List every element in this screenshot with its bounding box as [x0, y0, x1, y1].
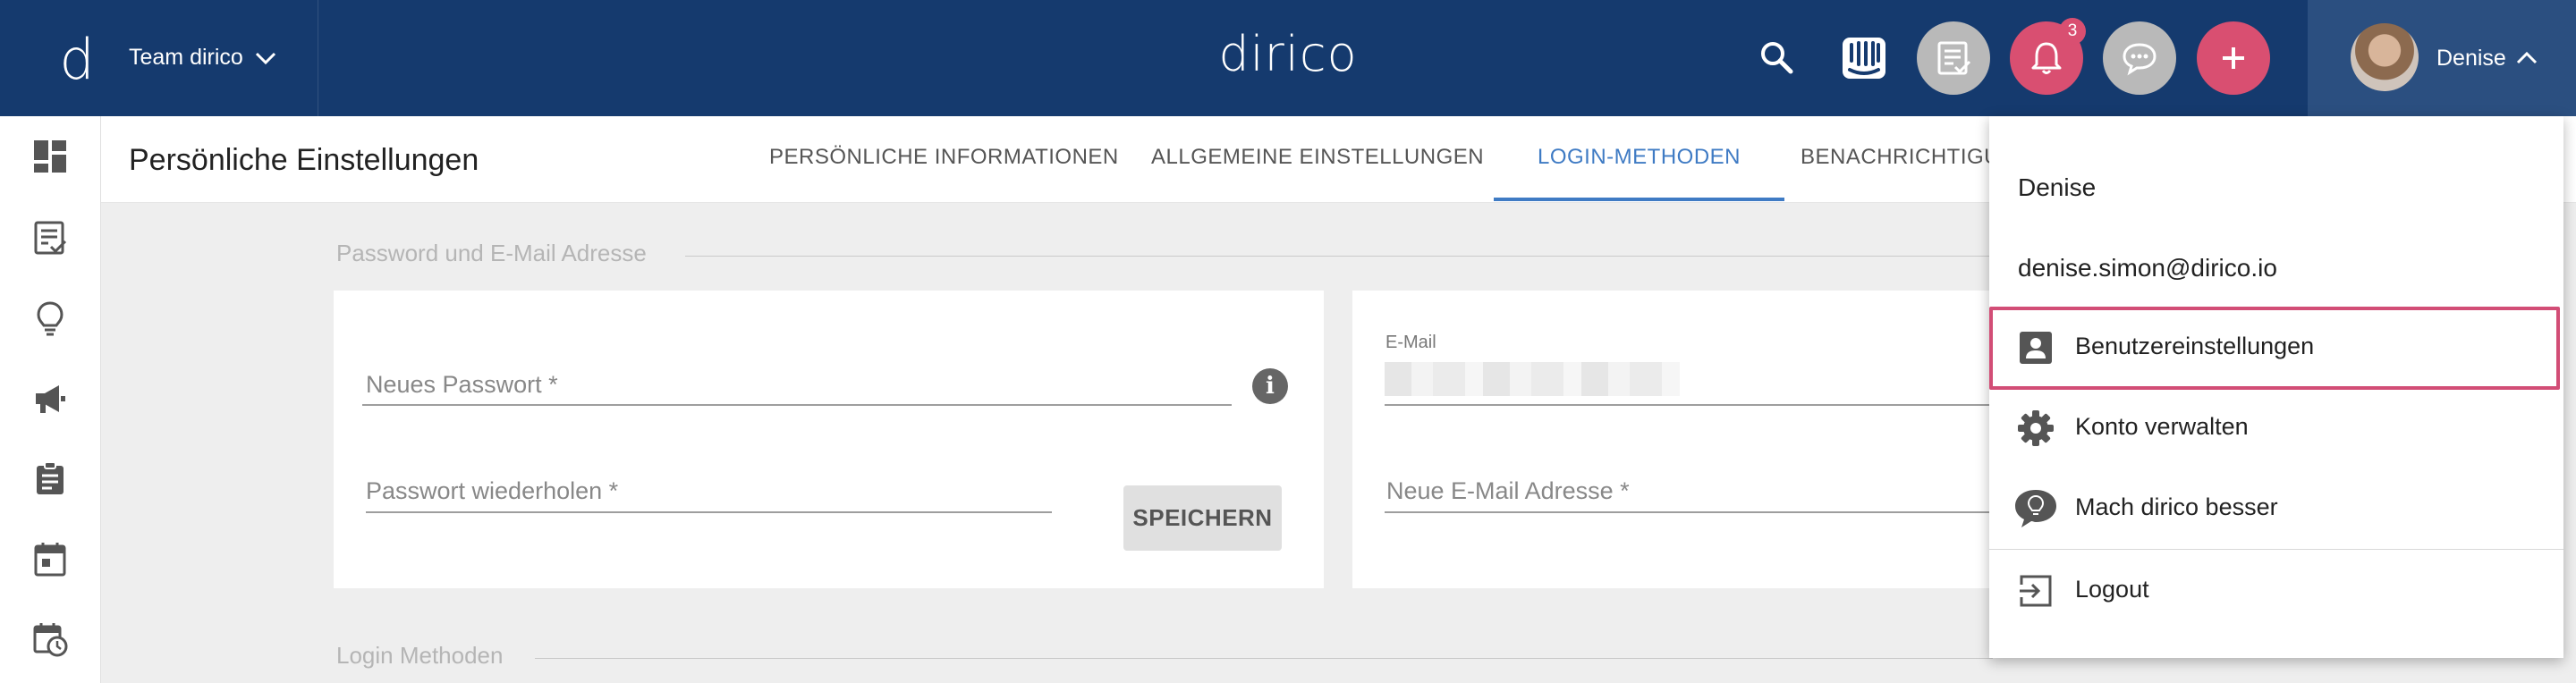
save-button[interactable]: SPEICHERN — [1123, 485, 1282, 551]
gear-icon — [2016, 409, 2055, 448]
avatar — [2351, 23, 2419, 91]
tasks-button[interactable] — [1917, 21, 1990, 95]
plus-icon — [2223, 47, 2244, 69]
tasks-icon — [1937, 41, 1971, 75]
megaphone-icon[interactable] — [30, 378, 71, 419]
active-tab-indicator — [1494, 198, 1784, 201]
new-password-label: Neues Passwort * — [366, 371, 558, 398]
checklist-icon[interactable] — [30, 217, 71, 258]
user-name: Denise — [2436, 46, 2506, 71]
clipboard-icon[interactable] — [30, 458, 71, 499]
repeat-password-field[interactable] — [366, 511, 1052, 513]
email-field — [1385, 404, 1989, 406]
dropdown-user-name: Denise — [2018, 173, 2097, 201]
section-login-methods: Login Methoden — [336, 642, 504, 669]
calendar-clock-icon[interactable] — [30, 619, 71, 660]
tab-general-settings[interactable]: ALLGEMEINE EINSTELLUNGEN — [1151, 145, 1484, 170]
dashboard-icon[interactable] — [30, 136, 71, 177]
team-logo: d — [59, 27, 95, 92]
section-divider — [685, 256, 1991, 257]
email-card: E-Mail Neue E-Mail Adresse * — [1352, 291, 1989, 588]
left-nav — [0, 116, 101, 683]
user-menu-toggle[interactable]: Denise — [2308, 0, 2576, 116]
menu-item-label: Logout — [2075, 576, 2149, 603]
lightbulb-icon[interactable] — [30, 298, 71, 339]
feedback-bulb-icon — [2012, 486, 2059, 531]
chat-button[interactable] — [2103, 21, 2176, 95]
section-password-email: Password und E-Mail Adresse — [336, 240, 647, 266]
email-value-redacted — [1385, 362, 1680, 396]
email-label: E-Mail — [1385, 333, 1436, 352]
top-bar: d Team dirico dirico 3 Denise — [0, 0, 2576, 116]
repeat-password-label: Passwort wiederholen * — [366, 477, 619, 504]
bell-icon — [2031, 42, 2062, 74]
menu-item-logout[interactable]: Logout — [1989, 551, 2563, 631]
dropdown-user-email: denise.simon@dirico.io — [2018, 254, 2277, 282]
tab-login-methods[interactable]: LOGIN-METHODEN — [1538, 145, 1741, 170]
brand-logo[interactable]: dirico — [1216, 23, 1360, 86]
tab-notifications[interactable]: BENACHRICHTIGU — [1801, 145, 2000, 170]
chat-icon — [2123, 43, 2157, 76]
menu-item-label: Mach dirico besser — [2075, 493, 2278, 520]
new-password-field[interactable] — [362, 404, 1232, 406]
intercom-icon[interactable] — [1841, 36, 1887, 80]
menu-divider — [1989, 549, 2563, 550]
chevron-down-icon — [255, 52, 276, 65]
page-title: Persönliche Einstellungen — [129, 143, 479, 177]
menu-item-feedback[interactable]: Mach dirico besser — [1989, 468, 2563, 549]
logout-icon — [2016, 571, 2055, 611]
search-icon[interactable] — [1758, 39, 1794, 75]
new-email-label: Neue E-Mail Adresse * — [1386, 477, 1630, 504]
new-email-field[interactable] — [1385, 511, 1989, 513]
notification-badge: 3 — [2059, 18, 2086, 45]
team-name: Team dirico — [129, 45, 243, 70]
section-divider — [535, 658, 1993, 659]
menu-item-label: Konto verwalten — [2075, 413, 2249, 440]
menu-item-manage-account[interactable]: Konto verwalten — [1989, 388, 2563, 468]
highlight-box — [1989, 307, 2560, 390]
tab-personal-information[interactable]: PERSÖNLICHE INFORMATIONEN — [769, 145, 1119, 170]
add-button[interactable] — [2197, 21, 2270, 95]
calendar-icon[interactable] — [30, 538, 71, 579]
info-icon[interactable]: i — [1252, 368, 1288, 404]
chevron-up-icon — [2516, 51, 2538, 64]
team-switcher[interactable]: d Team dirico — [0, 0, 318, 116]
